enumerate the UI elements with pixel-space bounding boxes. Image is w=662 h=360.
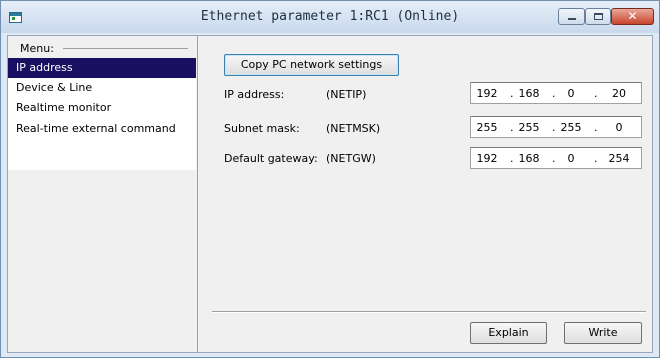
octet-separator: .: [510, 152, 514, 165]
octet-separator: .: [594, 152, 598, 165]
subnet-mask-code: (NETMSK): [326, 122, 381, 135]
title-bar[interactable]: Ethernet parameter 1:RC1 (Online) ✕: [1, 1, 659, 33]
maximize-icon: [594, 13, 603, 20]
default-gateway-code: (NETGW): [326, 152, 376, 165]
default-gateway-octet-3[interactable]: 0: [559, 152, 583, 165]
main-panel: Copy PC network settings IP address: (NE…: [198, 36, 652, 352]
octet-separator: .: [552, 152, 556, 165]
subnet-mask-label: Subnet mask:: [224, 122, 300, 135]
menu-item-realtime-monitor[interactable]: Realtime monitor: [8, 98, 196, 118]
ip-address-field[interactable]: 192 . 168 . 0 . 20: [470, 82, 642, 104]
ip-address-octet-4[interactable]: 20: [607, 87, 631, 100]
ethernet-parameter-window: Ethernet parameter 1:RC1 (Online) ✕ Menu…: [0, 0, 660, 358]
octet-separator: .: [552, 121, 556, 134]
octet-separator: .: [594, 87, 598, 100]
ip-address-octet-2[interactable]: 168: [517, 87, 541, 100]
menu-item-device-line[interactable]: Device & Line: [8, 78, 196, 98]
menu-item-realtime-external-command[interactable]: Real-time external command: [8, 119, 196, 139]
menu-item-ip-address[interactable]: IP address: [8, 58, 196, 78]
ip-address-octet-1[interactable]: 192: [475, 87, 499, 100]
subnet-mask-octet-3[interactable]: 255: [559, 121, 583, 134]
copy-pc-network-settings-button[interactable]: Copy PC network settings: [224, 54, 399, 76]
octet-separator: .: [552, 87, 556, 100]
ip-address-octet-3[interactable]: 0: [559, 87, 583, 100]
subnet-mask-octet-1[interactable]: 255: [475, 121, 499, 134]
minimize-icon: [568, 18, 576, 20]
octet-separator: .: [510, 87, 514, 100]
ip-address-label: IP address:: [224, 88, 285, 101]
subnet-mask-field[interactable]: 255 . 255 . 255 . 0: [470, 116, 642, 138]
octet-separator: .: [510, 121, 514, 134]
menu-list: IP address Device & Line Realtime monito…: [8, 58, 196, 170]
ip-address-code: (NETIP): [326, 88, 367, 101]
minimize-button[interactable]: [558, 8, 585, 25]
menu-divider: [63, 48, 188, 49]
sidebar: Menu: IP address Device & Line Realtime …: [8, 36, 198, 352]
default-gateway-octet-1[interactable]: 192: [475, 152, 499, 165]
default-gateway-field[interactable]: 192 . 168 . 0 . 254: [470, 147, 642, 169]
footer-divider: [212, 311, 646, 313]
close-icon: ✕: [627, 9, 638, 23]
explain-button[interactable]: Explain: [470, 322, 547, 344]
client-area: Menu: IP address Device & Line Realtime …: [7, 35, 653, 353]
octet-separator: .: [594, 121, 598, 134]
maximize-button[interactable]: [585, 8, 611, 25]
close-button[interactable]: ✕: [611, 8, 654, 25]
default-gateway-label: Default gateway:: [224, 152, 318, 165]
menu-header: Menu:: [8, 36, 197, 58]
write-button[interactable]: Write: [564, 322, 642, 344]
subnet-mask-octet-4[interactable]: 0: [607, 121, 631, 134]
default-gateway-octet-4[interactable]: 254: [607, 152, 631, 165]
subnet-mask-octet-2[interactable]: 255: [517, 121, 541, 134]
default-gateway-octet-2[interactable]: 168: [517, 152, 541, 165]
sidebar-empty-area: [8, 170, 196, 352]
menu-label: Menu:: [20, 42, 54, 55]
